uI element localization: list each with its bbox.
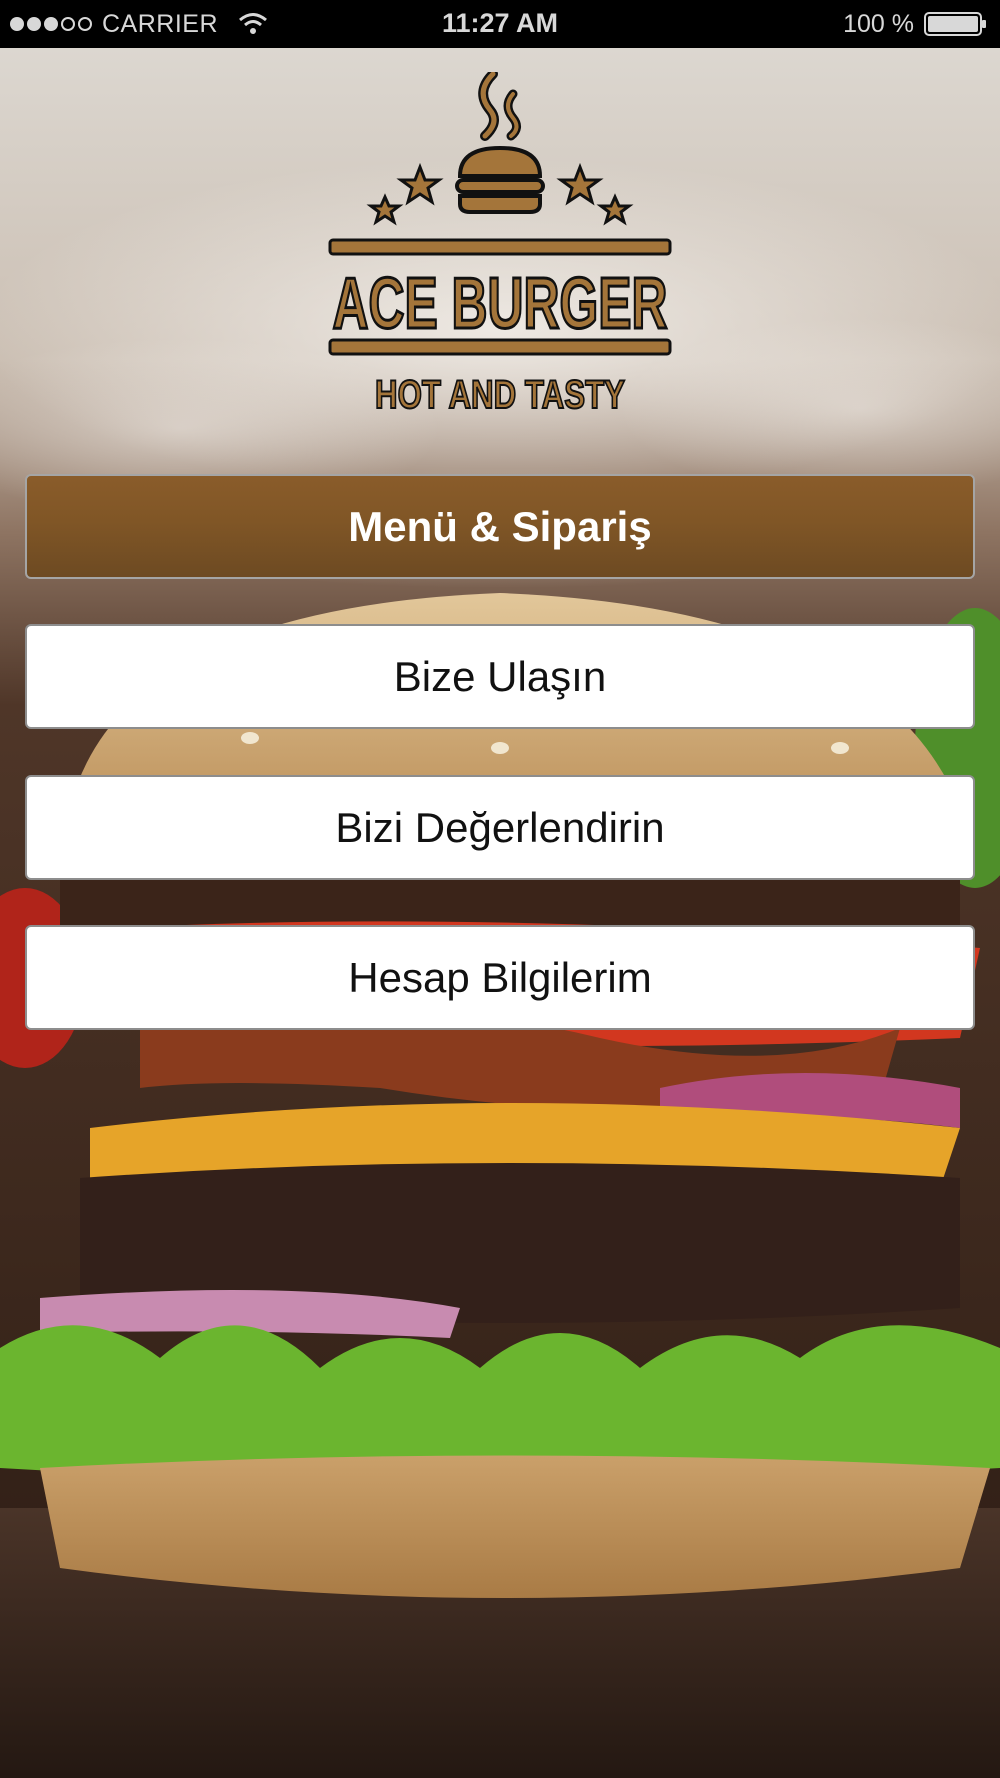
status-bar: CARRIER 11:27 AM 100 %	[0, 0, 1000, 48]
home-screen: CARRIER 11:27 AM 100 % ACE BURGER HOT AN…	[0, 0, 1000, 1778]
rate-us-button[interactable]: Bizi Değerlendirin	[25, 775, 975, 880]
ace-burger-logo: ACE BURGER HOT AND TASTY	[325, 69, 675, 422]
logo-tagline: HOT AND TASTY	[375, 373, 625, 417]
contact-us-button[interactable]: Bize Ulaşın	[25, 624, 975, 729]
menu-order-button[interactable]: Menü & Sipariş	[25, 474, 975, 579]
battery-icon	[924, 12, 986, 36]
burger-stars-logo-icon: ACE BURGER HOT AND TASTY	[328, 69, 672, 418]
logo-brand-name: ACE BURGER	[333, 264, 668, 344]
account-info-button[interactable]: Hesap Bilgilerim	[25, 925, 975, 1030]
battery-percent: 100 %	[843, 9, 914, 38]
status-right: 100 %	[843, 8, 988, 40]
